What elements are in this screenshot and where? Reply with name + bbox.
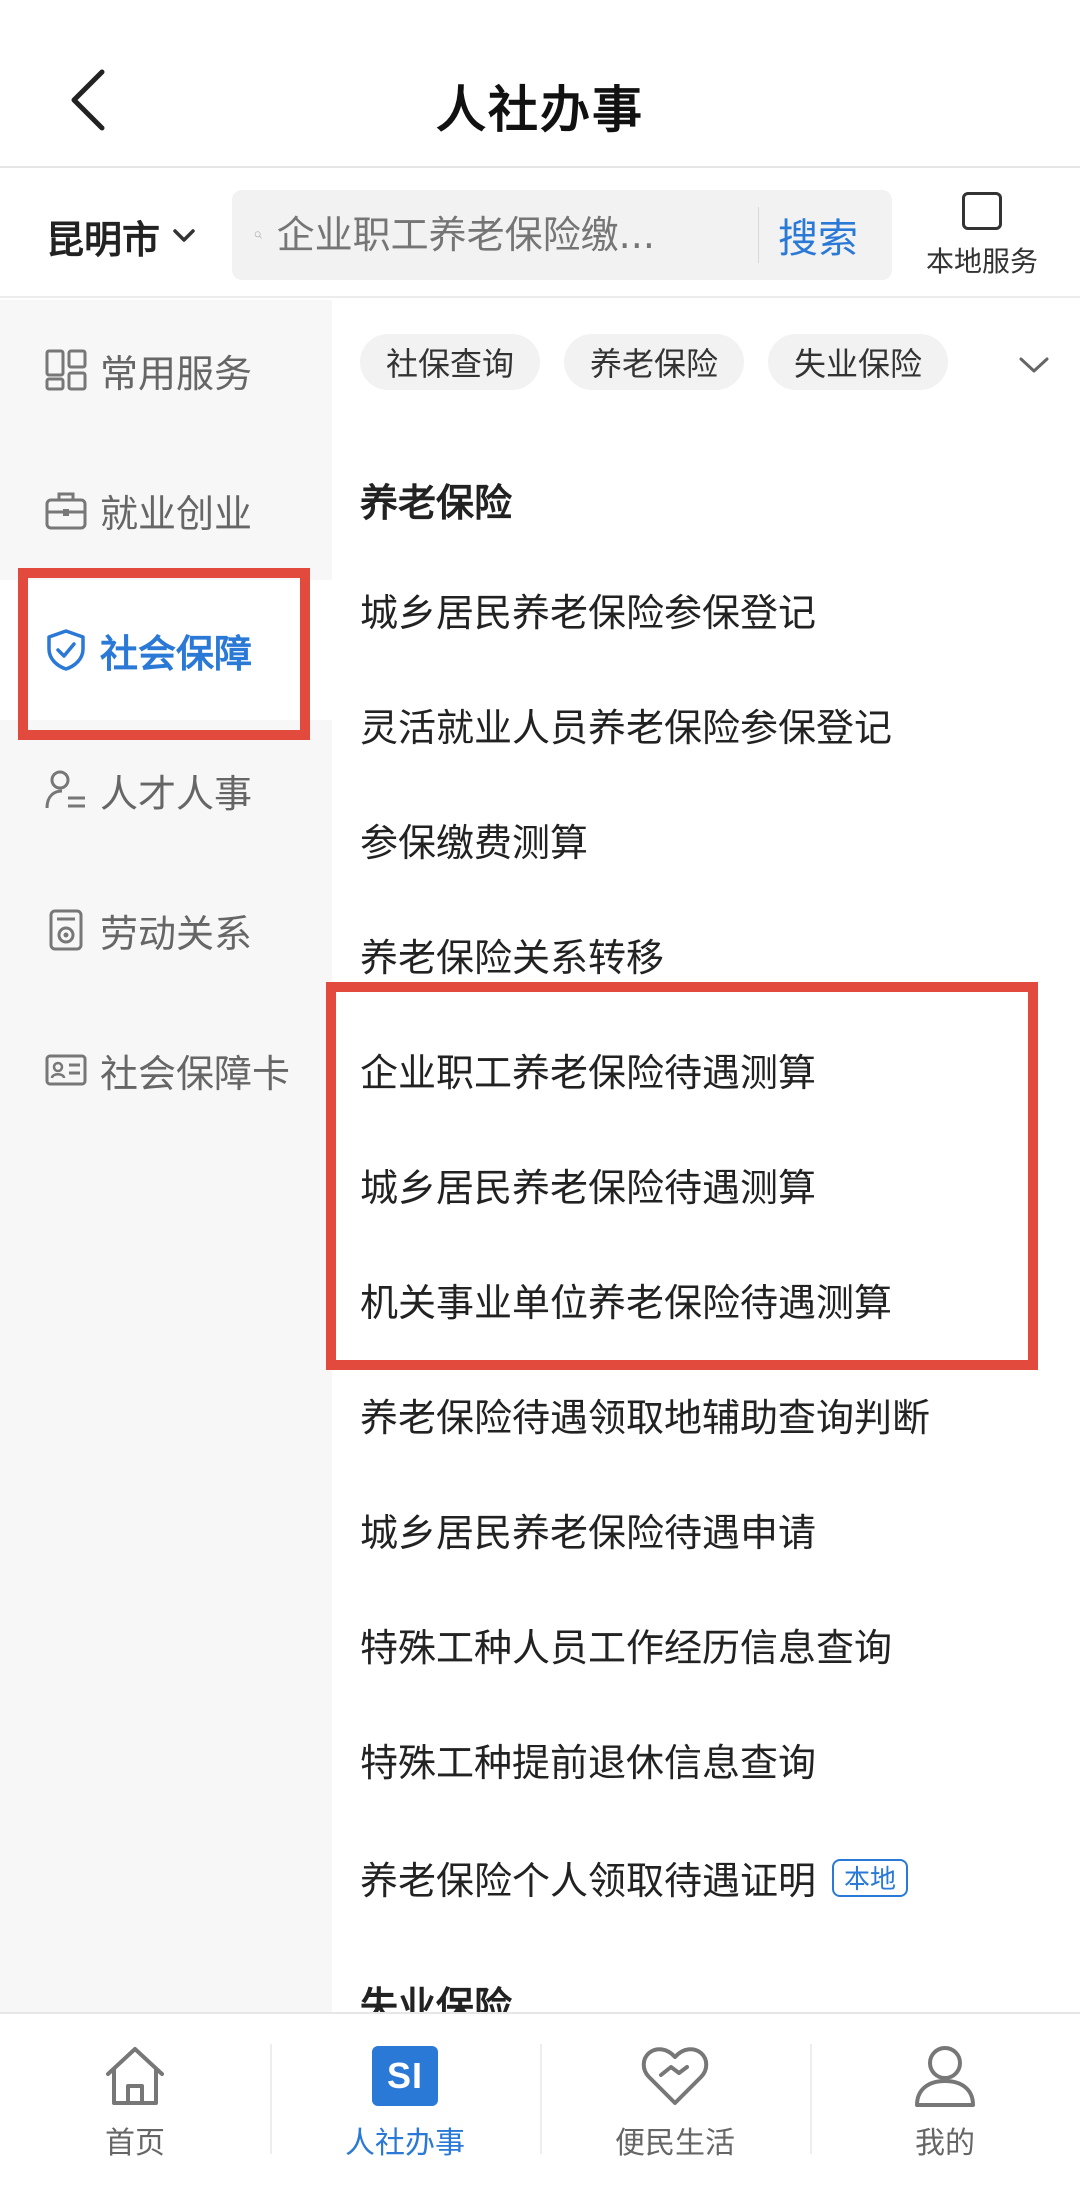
sidebar-item-employment[interactable]: 就业创业 — [0, 440, 332, 580]
search-button[interactable]: 搜索 — [778, 206, 858, 264]
service-item[interactable]: 企业职工养老保险待遇测算 — [360, 1042, 816, 1097]
home-icon — [106, 2047, 164, 2105]
tab-label: 人社办事 — [345, 2126, 465, 2161]
expand-chips-button[interactable] — [1004, 340, 1064, 390]
sidebar-item-label: 社会保障卡 — [100, 1051, 291, 1096]
page-title: 人社办事 — [436, 81, 644, 139]
sidebar-item-social-security[interactable]: 社会保障 — [0, 580, 332, 720]
search-box: 搜索 — [232, 190, 892, 280]
city-label: 昆明市 — [46, 217, 161, 262]
user-icon — [915, 2046, 975, 2107]
tab-home[interactable]: 首页 — [0, 2014, 270, 2209]
bottom-tab-bar: 首页 SI 人社办事 便民生活 我的 — [0, 2012, 1080, 2209]
tab-convenience-life[interactable]: 便民生活 — [540, 2014, 810, 2209]
title-bar: 人社办事 — [0, 0, 1080, 168]
tab-label: 首页 — [105, 2126, 165, 2161]
service-item[interactable]: 机关事业单位养老保险待遇测算 — [360, 1272, 892, 1327]
chips-fade — [972, 330, 1002, 394]
section-title-unemployment: 失业保险 — [360, 1984, 513, 2012]
search-icon — [254, 231, 262, 239]
briefcase-icon — [45, 492, 87, 530]
sidebar-item-talent[interactable]: 人才人事 — [0, 720, 332, 860]
service-item[interactable]: 养老保险待遇领取地辅助查询判断 — [360, 1387, 930, 1442]
chevron-down-icon — [1019, 357, 1049, 373]
service-item[interactable]: 城乡居民养老保险参保登记 — [360, 582, 816, 637]
sidebar-item-ss-card[interactable]: 社会保障卡 — [0, 1000, 332, 1140]
service-item[interactable]: 城乡居民养老保险待遇测算 — [360, 1157, 816, 1212]
sidebar-item-label: 就业创业 — [100, 491, 253, 536]
chip-unemployment-insurance[interactable]: 失业保险 — [768, 334, 949, 390]
service-item[interactable]: 特殊工种人员工作经历信息查询 — [360, 1617, 892, 1672]
service-item[interactable]: 灵活就业人员养老保险参保登记 — [360, 697, 892, 752]
service-item[interactable]: 养老保险关系转移 — [360, 927, 664, 982]
heart-handshake-icon — [641, 2047, 709, 2105]
tab-label: 便民生活 — [615, 2126, 735, 2161]
si-logo-icon: SI — [372, 2046, 438, 2106]
sidebar-item-common-services[interactable]: 常用服务 — [0, 300, 332, 440]
person-list-icon — [45, 770, 85, 809]
document-badge-icon — [49, 909, 83, 951]
search-row: 昆明市 搜索 本地服务 — [0, 170, 1080, 298]
service-list-panel: 社保查询 养老保险 失业保险 养老保险 城乡居民养老保险参保登记 灵活就业人员养… — [332, 300, 1080, 2012]
section-title-pension: 养老保险 — [360, 481, 513, 525]
id-card-icon — [45, 1054, 87, 1086]
sidebar-item-label: 人才人事 — [100, 771, 253, 816]
square-icon — [962, 192, 1002, 230]
city-selector[interactable]: 昆明市 — [46, 208, 196, 264]
service-item-label: 养老保险个人领取待遇证明 — [360, 1859, 817, 1903]
category-sidebar: 常用服务 就业创业 社会保障 人才人事 劳动关系 社会保障卡 — [0, 300, 332, 2012]
shield-check-icon — [47, 629, 85, 671]
chip-pension-insurance[interactable]: 养老保险 — [564, 334, 745, 390]
local-service-button[interactable]: 本地服务 — [912, 184, 1052, 284]
tab-mine[interactable]: 我的 — [810, 2014, 1080, 2209]
search-input[interactable] — [276, 213, 750, 257]
tab-hr-services[interactable]: SI 人社办事 — [270, 2014, 540, 2209]
app-screen: 人社办事 昆明市 搜索 本地服务 — [0, 0, 1080, 2209]
grid-icon — [45, 349, 87, 391]
service-item[interactable]: 特殊工种提前退休信息查询 — [360, 1732, 816, 1787]
local-badge: 本地 — [832, 1858, 909, 1897]
tab-label: 我的 — [915, 2126, 975, 2161]
service-item[interactable]: 参保缴费测算 — [360, 812, 588, 867]
sidebar-item-label: 社会保障 — [100, 631, 253, 676]
sidebar-item-label: 常用服务 — [100, 351, 253, 396]
sidebar-item-label: 劳动关系 — [100, 911, 253, 956]
local-service-label: 本地服务 — [925, 245, 1038, 278]
sidebar-item-labor-relations[interactable]: 劳动关系 — [0, 860, 332, 1000]
chevron-down-icon — [173, 229, 195, 242]
service-item[interactable]: 城乡居民养老保险待遇申请 — [360, 1502, 816, 1557]
chip-social-insurance-query[interactable]: 社保查询 — [360, 334, 541, 390]
category-chips: 社保查询 养老保险 失业保险 — [360, 334, 949, 390]
service-item-with-badge[interactable]: 养老保险个人领取待遇证明 本地 — [360, 1850, 909, 1905]
